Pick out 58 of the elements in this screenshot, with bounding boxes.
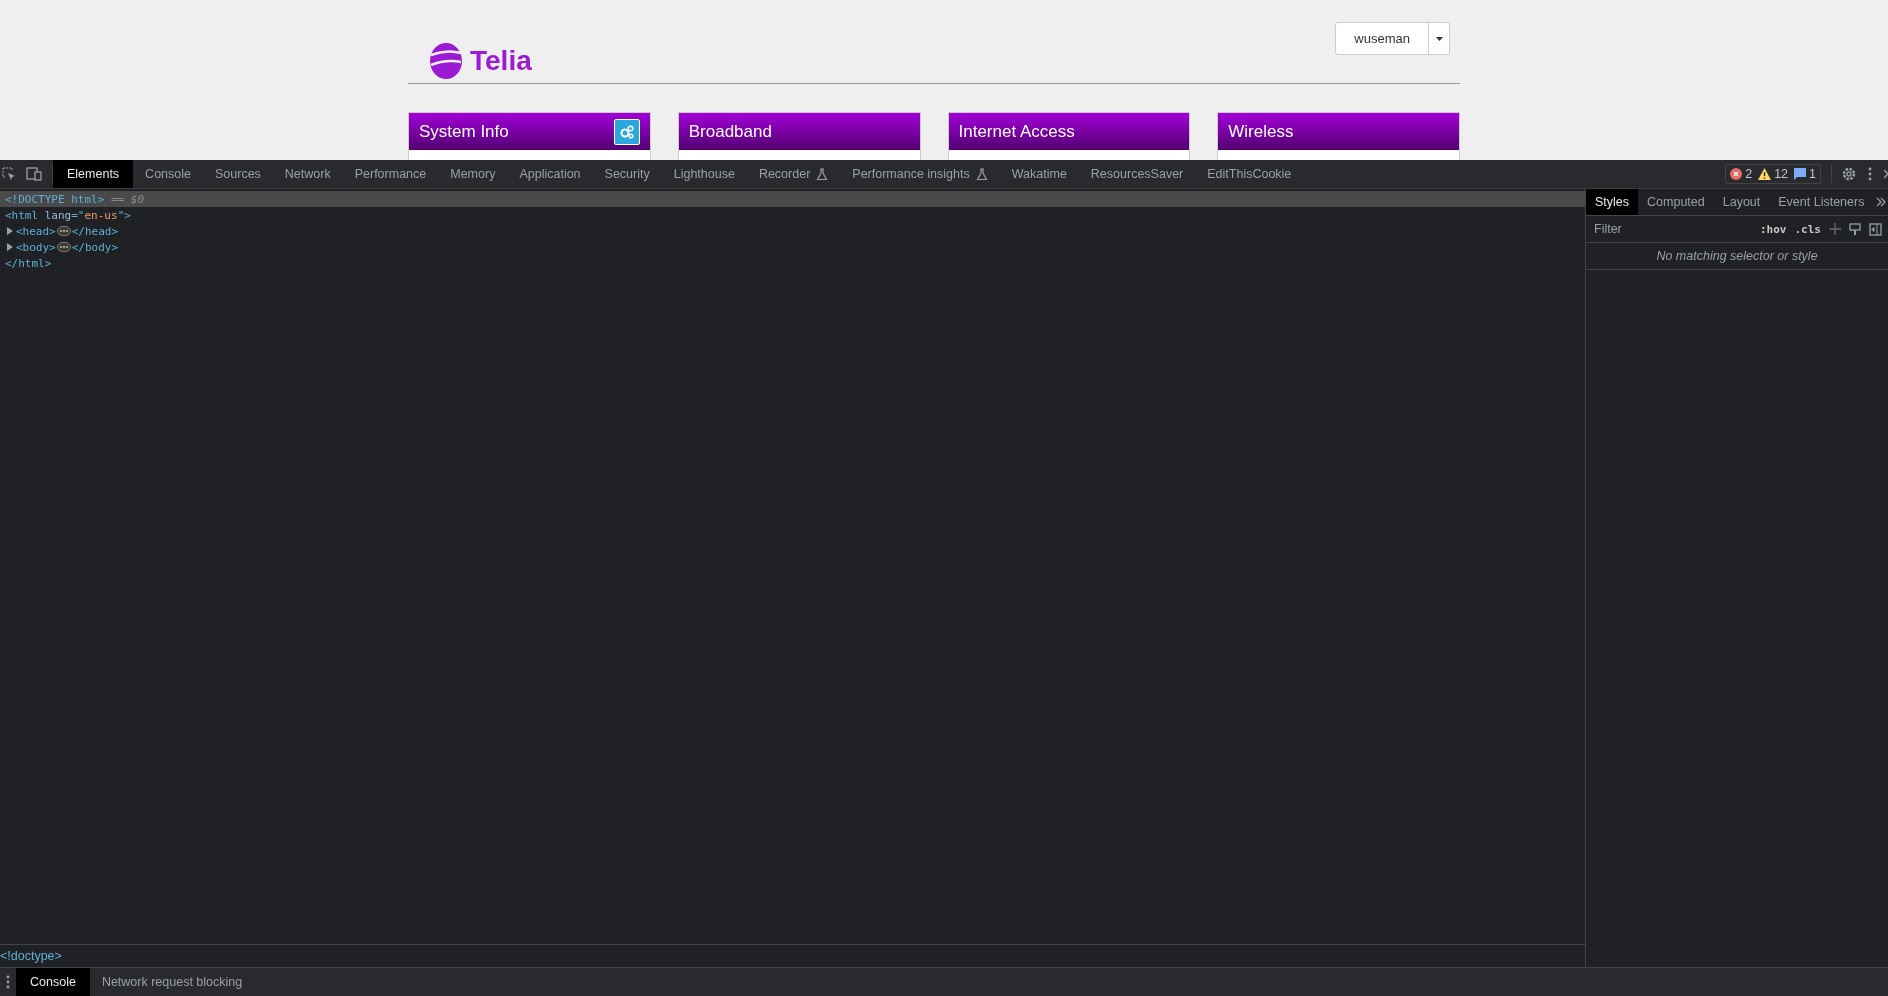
panel-tab[interactable]: Lighthouse — [661, 160, 747, 188]
breadcrumb-item[interactable]: <!doctype> — [0, 949, 62, 963]
panel-tab[interactable]: Recorder — [746, 160, 841, 188]
panel-title: System Info — [419, 121, 509, 142]
cls-button[interactable]: .cls — [1794, 222, 1821, 236]
flask-icon — [816, 167, 829, 181]
caret-icon[interactable] — [1435, 36, 1443, 41]
plus-icon[interactable] — [1829, 223, 1841, 235]
warning-icon — [1758, 168, 1772, 180]
message-count[interactable]: 1 — [1809, 167, 1816, 181]
panel-tab[interactable]: Console — [133, 160, 203, 188]
flask-icon — [975, 167, 988, 181]
more-icon[interactable] — [1868, 167, 1872, 181]
dom-tag[interactable]: </head> — [71, 224, 119, 238]
message-icon — [1794, 168, 1807, 180]
inspect-icon[interactable] — [2, 167, 16, 181]
dom-node[interactable]: <!DOCTYPE html> == $0 — [0, 191, 1585, 207]
error-count[interactable]: 2 — [1745, 167, 1753, 181]
panel-tab[interactable]: EditThisCookie — [1195, 160, 1304, 188]
sidebar-icon[interactable] — [1869, 222, 1882, 236]
chevron-icon[interactable] — [1876, 197, 1886, 207]
ellipsis-icon[interactable] — [56, 226, 71, 236]
paint-icon[interactable] — [1849, 222, 1861, 236]
error-icon — [1730, 168, 1743, 180]
dom-tag[interactable]: <head> — [16, 224, 56, 238]
hov-button[interactable]: :hov — [1760, 222, 1787, 236]
filter-field[interactable]: Filter — [1592, 221, 1752, 237]
dom-tag[interactable]: </body> — [71, 240, 119, 254]
panel-tab[interactable]: Wakatime — [999, 160, 1079, 188]
logo-icon — [428, 41, 464, 81]
panel-tab[interactable]: Elements — [53, 160, 134, 188]
logo-text: Telia — [470, 45, 532, 77]
device-icon[interactable] — [26, 167, 42, 181]
panel-tab[interactable]: Network — [272, 160, 343, 188]
ellipsis-icon[interactable] — [56, 242, 71, 252]
drawer-tab[interactable]: Network request blocking — [89, 968, 255, 996]
dom-node[interactable]: <html lang="en-us"> — [0, 207, 1585, 223]
more-icon[interactable] — [6, 975, 10, 989]
sidebar-tab[interactable]: Layout — [1713, 189, 1770, 215]
drawer-tab[interactable]: Console — [16, 968, 90, 996]
panel-tab[interactable]: Application — [507, 160, 593, 188]
panel-tab[interactable]: Sources — [203, 160, 273, 188]
panel-tab[interactable]: Performance — [342, 160, 439, 188]
panel-tab[interactable]: ResourcesSaver — [1078, 160, 1196, 188]
sidebar-tab[interactable]: Event Listeners — [1769, 189, 1874, 215]
panel-tab[interactable]: Security — [592, 160, 662, 188]
dom-tag[interactable]: <body> — [16, 240, 56, 254]
panel-title: Broadband — [688, 121, 772, 142]
sidebar-tab[interactable]: Computed — [1638, 189, 1714, 215]
panel-title: Wireless — [1228, 121, 1294, 142]
panel-tab[interactable]: Performance insights — [840, 160, 1000, 188]
panel-title: Internet Access — [958, 121, 1075, 142]
dom-node[interactable]: </html> — [0, 255, 1585, 271]
empty-message: No matching selector or style — [1586, 243, 1888, 270]
settings-icon[interactable] — [1842, 167, 1856, 181]
panel-tab[interactable]: Memory — [438, 160, 508, 188]
warning-count[interactable]: 12 — [1774, 167, 1789, 181]
sidebar-tab[interactable]: Styles — [1586, 189, 1639, 215]
